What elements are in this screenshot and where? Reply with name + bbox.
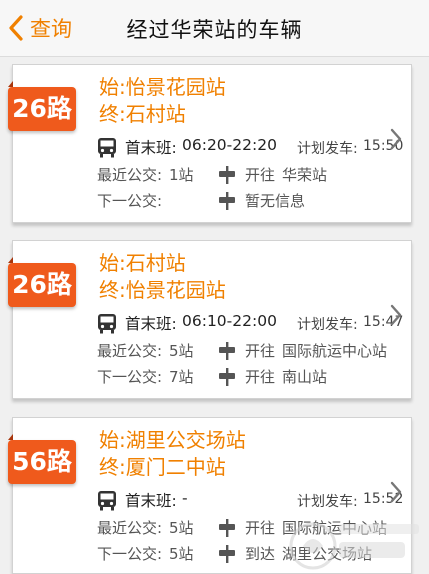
chevron-right-icon[interactable]: [389, 304, 403, 326]
nearest-label: 最近公交:: [97, 166, 163, 184]
nearest-value: 1站: [169, 166, 194, 184]
bus-route-card[interactable]: 26路 始:石村站 终:怡景花园站 首末班: 06:10-22:00 计划发车:…: [8, 240, 412, 399]
end-station: 终:石村站: [99, 102, 186, 126]
next-bus-row: 下一公交: 暂无信息: [97, 190, 407, 212]
plan-label: 计划发车:: [297, 317, 358, 333]
nearest-status: 开往: [245, 519, 276, 537]
next-bus-row: 下一公交: 7站 开往 南山站: [97, 366, 407, 388]
bus-icon: [98, 314, 116, 334]
bus-icon: [98, 491, 116, 511]
route-badge: 26路: [8, 81, 76, 131]
chevron-right-icon[interactable]: [389, 128, 403, 150]
nearest-station: 国际航运中心站: [282, 342, 388, 360]
schedule-row: 首末班: - 计划发车: 15:52: [97, 488, 403, 512]
bus-route-card[interactable]: 26路 始:怡景花园站 终:石村站 首末班: 06:20-22:20 计划发车:…: [8, 64, 412, 223]
nav-bar: 查询 经过华荣站的车辆: [0, 0, 429, 57]
schedule-row: 首末班: 06:20-22:20 计划发车: 15:50: [97, 135, 403, 159]
nearest-value: 5站: [169, 519, 194, 537]
next-station: 南山站: [282, 368, 328, 386]
nearest-status: 开往: [245, 342, 276, 360]
watermark-logo: [289, 522, 419, 570]
bus-stop-icon: [219, 545, 235, 563]
next-label: 下一公交:: [97, 545, 163, 563]
nearest-bus-row: 最近公交: 1站 开往 华荣站: [97, 164, 407, 186]
page-title: 经过华荣站的车辆: [126, 18, 303, 42]
bus-stop-icon: [219, 519, 235, 537]
next-status: 到达: [245, 545, 276, 563]
schedule-value: -: [182, 489, 188, 507]
schedule-label: 首末班:: [125, 492, 177, 510]
schedule-value: 06:20-22:20: [182, 136, 277, 154]
end-station: 终:厦门二中站: [99, 455, 226, 479]
next-label: 下一公交:: [97, 368, 163, 386]
next-status: 暂无信息: [245, 192, 306, 210]
schedule-label: 首末班:: [125, 139, 177, 157]
next-value: 5站: [169, 545, 194, 563]
start-station: 始:湖里公交场站: [99, 428, 246, 452]
nearest-station: 华荣站: [282, 166, 328, 184]
route-badge: 26路: [8, 257, 76, 307]
schedule-value: 06:10-22:00: [182, 312, 277, 330]
route-badge: 56路: [8, 434, 76, 484]
next-label: 下一公交:: [97, 192, 163, 210]
nearest-label: 最近公交:: [97, 342, 163, 360]
next-status: 开往: [245, 368, 276, 386]
schedule-label: 首末班:: [125, 315, 177, 333]
plan-label: 计划发车:: [297, 494, 358, 510]
bus-stop-icon: [219, 166, 235, 184]
end-station: 终:怡景花园站: [99, 278, 226, 302]
next-value: 7站: [169, 368, 194, 386]
plan-label: 计划发车:: [297, 141, 358, 157]
nearest-label: 最近公交:: [97, 519, 163, 537]
bus-stop-icon: [219, 192, 235, 210]
start-station: 始:石村站: [99, 251, 186, 275]
bus-icon: [98, 138, 116, 158]
schedule-row: 首末班: 06:10-22:00 计划发车: 15:47: [97, 311, 403, 335]
start-station: 始:怡景花园站: [99, 75, 226, 99]
bus-stop-icon: [219, 342, 235, 360]
nearest-bus-row: 最近公交: 5站 开往 国际航运中心站: [97, 340, 407, 362]
nearest-value: 5站: [169, 342, 194, 360]
bus-stop-icon: [219, 368, 235, 386]
nearest-status: 开往: [245, 166, 276, 184]
chevron-right-icon[interactable]: [389, 481, 403, 503]
